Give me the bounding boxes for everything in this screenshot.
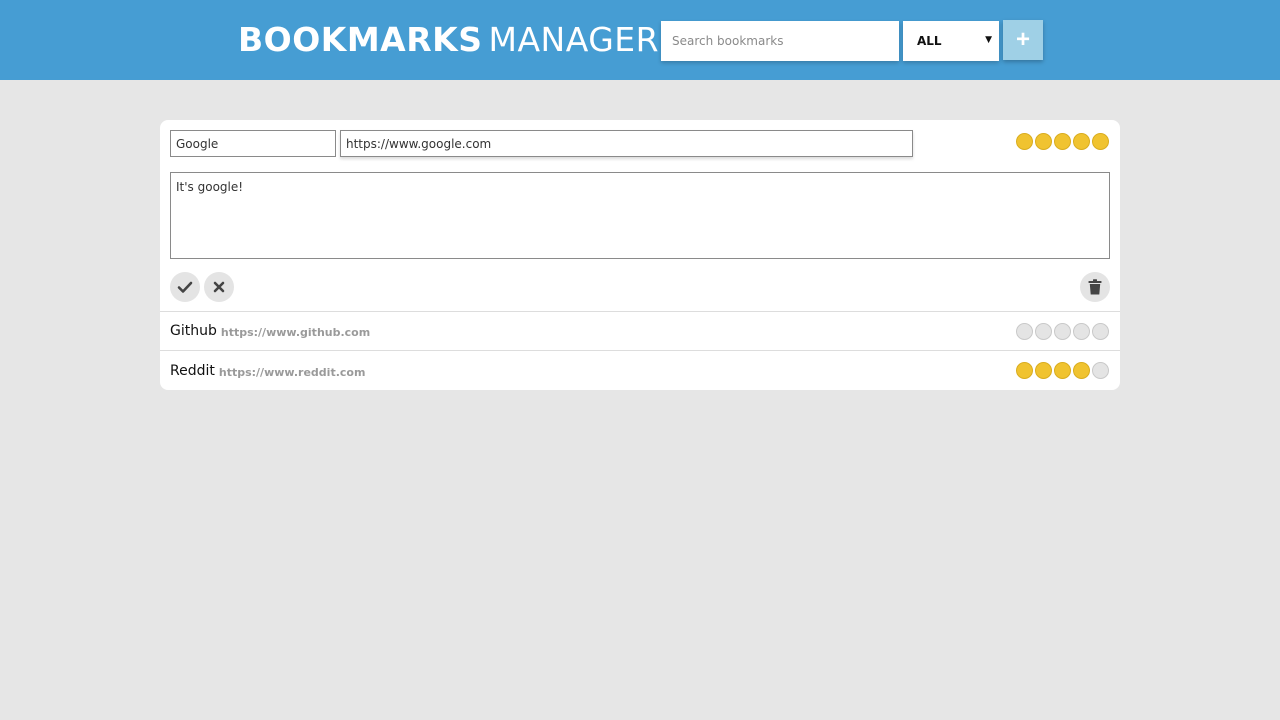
app-title: BOOKMARKS MANAGER: [238, 18, 659, 62]
filter-value: ALL: [917, 34, 942, 48]
app-header: BOOKMARKSMANAGER ALL ▼ +: [0, 0, 1280, 80]
bookmark-description-field[interactable]: It's google!: [170, 172, 1110, 259]
rating-dot[interactable]: [1092, 362, 1109, 379]
rating-dot[interactable]: [1073, 323, 1090, 340]
bookmark-link[interactable]: https://www.reddit.com: [219, 366, 366, 379]
bookmark-row[interactable]: Github https://www.github.com: [160, 312, 1120, 351]
save-button[interactable]: [170, 272, 200, 302]
bookmark-name-field[interactable]: [170, 130, 336, 157]
rating-dot[interactable]: [1073, 133, 1090, 150]
rating-dot[interactable]: [1054, 362, 1071, 379]
rating-dot[interactable]: [1054, 133, 1071, 150]
app-title-light: MANAGER: [488, 20, 660, 59]
rating-stars[interactable]: [1016, 133, 1109, 150]
caret-down-icon: ▼: [985, 35, 992, 45]
rating-stars[interactable]: [1016, 323, 1109, 340]
rating-dot[interactable]: [1016, 362, 1033, 379]
rating-dot[interactable]: [1092, 323, 1109, 340]
bookmark-title: Github: [170, 323, 217, 339]
check-icon: [177, 281, 193, 293]
rating-dot[interactable]: [1016, 323, 1033, 340]
trash-icon: [1088, 279, 1102, 295]
search-input[interactable]: [661, 21, 899, 61]
bookmark-link[interactable]: https://www.github.com: [221, 326, 370, 339]
bookmark-url-field[interactable]: [340, 130, 913, 157]
add-bookmark-button[interactable]: +: [1003, 20, 1043, 60]
bookmark-edit-form: It's google!: [160, 120, 1120, 312]
delete-button[interactable]: [1080, 272, 1110, 302]
rating-dot[interactable]: [1016, 133, 1033, 150]
rating-dot[interactable]: [1054, 323, 1071, 340]
rating-dot[interactable]: [1035, 133, 1052, 150]
rating-stars[interactable]: [1016, 362, 1109, 379]
bookmark-title: Reddit: [170, 362, 215, 379]
close-icon: [213, 281, 225, 293]
rating-dot[interactable]: [1035, 323, 1052, 340]
bookmark-row[interactable]: Reddit https://www.reddit.com: [160, 351, 1120, 390]
rating-dot[interactable]: [1035, 362, 1052, 379]
filter-select[interactable]: ALL ▼: [903, 21, 999, 61]
cancel-button[interactable]: [204, 272, 234, 302]
bookmark-list: It's google! Github https://www.github.c…: [160, 120, 1120, 390]
app-title-bold: BOOKMARKS: [238, 20, 483, 59]
rating-dot[interactable]: [1092, 133, 1109, 150]
rating-dot[interactable]: [1073, 362, 1090, 379]
